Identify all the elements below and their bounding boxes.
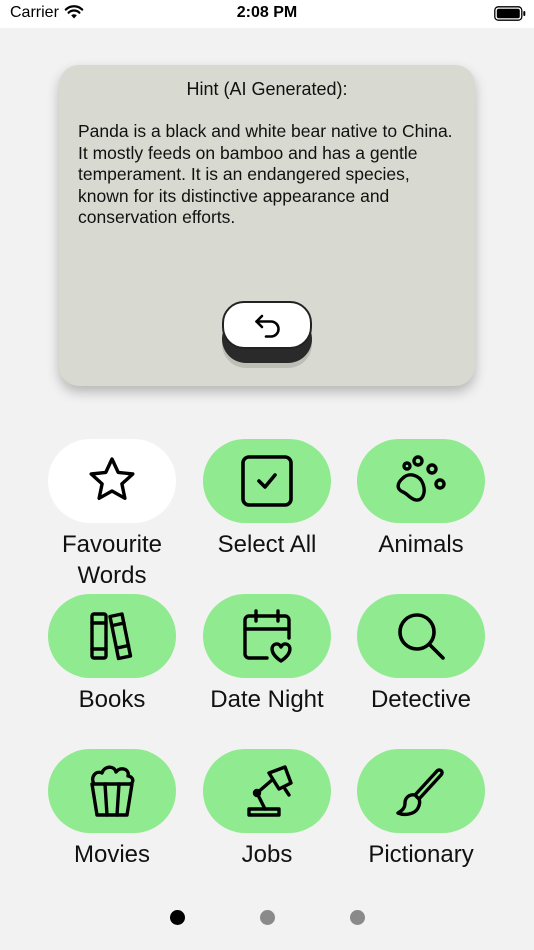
clock: 2:08 PM <box>236 4 298 21</box>
flip-back-button[interactable] <box>222 301 312 363</box>
popcorn-icon <box>90 765 135 817</box>
books-icon <box>90 612 133 661</box>
paw-icon <box>396 455 446 502</box>
hint-title: Hint (AI Generated): <box>186 79 348 99</box>
desk-lamp-icon <box>247 765 293 817</box>
star-icon <box>89 457 135 500</box>
magnifier-icon <box>398 613 445 660</box>
hint-text: Panda is a black and white bear native t… <box>78 121 453 227</box>
category-label: Jobs <box>241 841 293 868</box>
category-pill <box>203 749 331 833</box>
category-label: Date Night <box>210 686 324 713</box>
hint-card: Hint (AI Generated): Panda is a black an… <box>59 65 475 386</box>
category-label: Pictionary <box>368 841 474 868</box>
category-label: Books <box>78 686 146 713</box>
back-button-face <box>222 301 312 349</box>
calendar-heart-icon <box>243 609 292 663</box>
category-pill <box>357 439 485 523</box>
category-label: Detective <box>370 686 472 713</box>
category-pill <box>48 749 176 833</box>
undo-arrow-icon <box>255 314 280 338</box>
battery-icon <box>494 6 526 21</box>
category-pill <box>203 594 331 678</box>
category-pill <box>357 749 485 833</box>
category-label: Favourite Words <box>61 531 163 589</box>
category-pill <box>48 439 176 523</box>
category-label: Select All <box>217 531 317 558</box>
category-label: Animals <box>378 531 464 558</box>
page-dot-2[interactable] <box>260 910 275 925</box>
page-dot-1[interactable] <box>170 910 185 925</box>
page-indicator <box>0 910 534 926</box>
category-pill <box>48 594 176 678</box>
paintbrush-icon <box>396 768 444 817</box>
checkbox-icon <box>241 455 293 507</box>
category-pill <box>203 439 331 523</box>
category-pill <box>357 594 485 678</box>
category-label: Movies <box>73 841 151 868</box>
status-bar: Carrier 2:08 PM <box>0 0 534 28</box>
page-dot-3[interactable] <box>350 910 365 925</box>
